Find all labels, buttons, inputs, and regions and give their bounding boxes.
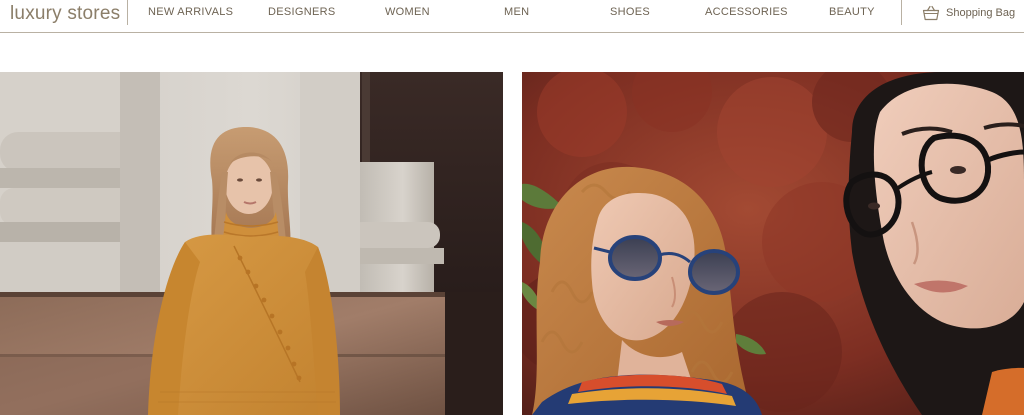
nav-item-shoes[interactable]: SHOES [610, 6, 650, 19]
models-sunglasses-image [522, 72, 1024, 415]
brand-logo[interactable]: luxury stores [10, 2, 120, 26]
top-navigation-bar: luxury stores NEW ARRIVALS DESIGNERS WOM… [0, 0, 1024, 33]
shopping-bag-button[interactable]: Shopping Bag [922, 3, 1015, 23]
nav-item-designers[interactable]: DESIGNERS [268, 6, 336, 19]
hero-image-knitwear[interactable] [0, 72, 503, 415]
nav-item-accessories[interactable]: ACCESSORIES [705, 6, 788, 19]
nav-item-men[interactable]: MEN [504, 6, 529, 19]
nav-divider-right [901, 0, 902, 25]
shopping-bag-label: Shopping Bag [946, 7, 1016, 19]
model-mustard-sweater-image [0, 72, 503, 415]
nav-item-beauty[interactable]: BEAUTY [829, 6, 875, 19]
shopping-bag-icon [922, 5, 940, 21]
nav-divider-left [127, 0, 128, 25]
hero-image-eyewear[interactable] [522, 72, 1024, 415]
nav-item-women[interactable]: WOMEN [385, 6, 430, 19]
nav-item-new-arrivals[interactable]: NEW ARRIVALS [148, 6, 233, 19]
